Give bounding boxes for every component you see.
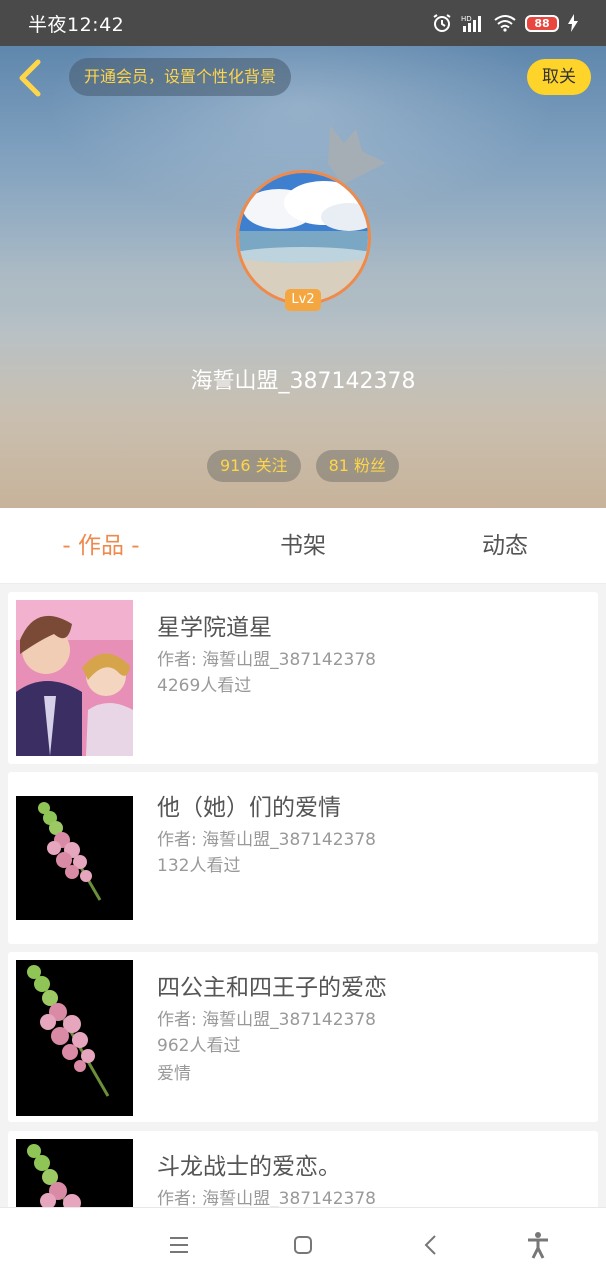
- tab-bookshelf[interactable]: 书架: [232, 508, 374, 584]
- wifi-icon: [494, 15, 516, 32]
- book-card[interactable]: 星学院道星 作者: 海誓山盟_387142378 4269人看过: [8, 592, 598, 764]
- book-title: 四公主和四王子的爱恋: [157, 975, 387, 1001]
- battery-icon: 88: [525, 14, 559, 32]
- book-info: 他（她）们的爱情 作者: 海誓山盟_387142378 132人看过: [157, 793, 376, 879]
- book-card[interactable]: 四公主和四王子的爱恋 作者: 海誓山盟_387142378 962人看过 爱情: [8, 952, 598, 1122]
- book-cover: [16, 600, 133, 756]
- unfollow-button[interactable]: 取关: [527, 59, 591, 95]
- book-author: 作者: 海誓山盟_387142378: [157, 830, 376, 850]
- hd-signal-icon: HD: [461, 15, 481, 32]
- vip-background-prompt[interactable]: 开通会员，设置个性化背景: [69, 58, 292, 96]
- charging-icon: [568, 14, 578, 32]
- svg-text:HD: HD: [461, 15, 472, 23]
- status-time: 半夜12:42: [28, 13, 125, 36]
- book-views: 962人看过: [157, 1036, 241, 1056]
- book-cover: [16, 796, 133, 920]
- book-author: 作者: 海誓山盟_387142378: [157, 1010, 376, 1030]
- avatar[interactable]: [236, 170, 371, 305]
- menu-icon[interactable]: [164, 1230, 194, 1260]
- home-icon[interactable]: [288, 1230, 318, 1260]
- book-tag: 爱情: [157, 1064, 191, 1084]
- tab-activity[interactable]: 动态: [434, 508, 576, 584]
- status-icons: HD 88: [432, 13, 578, 33]
- tab-works[interactable]: - 作品 -: [30, 508, 172, 584]
- profile-tabs: - 作品 - 书架 动态: [0, 508, 606, 584]
- book-views: 4269人看过: [157, 676, 252, 696]
- back-button[interactable]: [12, 58, 46, 98]
- book-info: 斗龙战士的爱恋。 作者: 海誓山盟_387142378: [157, 1152, 376, 1212]
- book-info: 四公主和四王子的爱恋 作者: 海誓山盟_387142378 962人看过 爱情: [157, 973, 387, 1087]
- book-author: 作者: 海誓山盟_387142378: [157, 650, 376, 670]
- accessibility-icon[interactable]: [523, 1230, 553, 1260]
- back-icon[interactable]: [416, 1230, 446, 1260]
- followers-count[interactable]: 81 粉丝: [315, 450, 400, 482]
- battery-level: 88: [534, 16, 550, 30]
- status-bar: 半夜12:42 HD 88: [0, 0, 606, 46]
- username: 海誓山盟_387142378: [190, 369, 416, 394]
- book-views: 132人看过: [157, 856, 241, 876]
- profile-header: 开通会员，设置个性化背景 取关 Lv2 海誓山盟_387142378 916 关…: [0, 46, 606, 508]
- level-badge: Lv2: [285, 289, 321, 311]
- book-title: 星学院道星: [157, 615, 272, 641]
- book-title: 斗龙战士的爱恋。: [157, 1154, 341, 1180]
- book-title: 他（她）们的爱情: [157, 795, 341, 821]
- book-card[interactable]: 他（她）们的爱情 作者: 海誓山盟_387142378 132人看过: [8, 772, 598, 944]
- book-cover: [16, 960, 133, 1116]
- following-count[interactable]: 916 关注: [206, 450, 301, 482]
- profile-stats: 916 关注 81 粉丝: [0, 450, 606, 482]
- book-info: 星学院道星 作者: 海誓山盟_387142378 4269人看过: [157, 613, 376, 699]
- alarm-icon: [433, 14, 451, 32]
- system-nav-bar: [0, 1207, 606, 1280]
